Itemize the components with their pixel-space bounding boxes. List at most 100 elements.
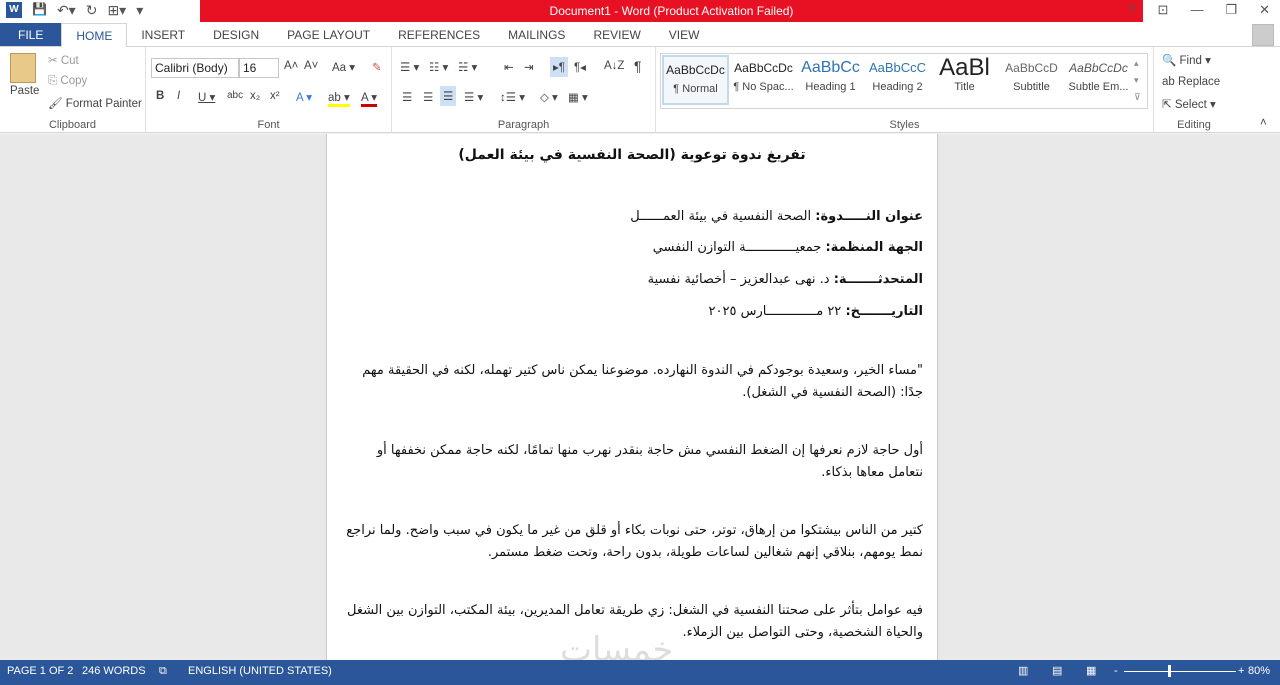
style-heading-1[interactable]: AaBbCc Heading 1 xyxy=(797,55,864,105)
shrink-font-button[interactable]: A˅ xyxy=(304,60,318,72)
replace-button[interactable]: ab Replace xyxy=(1162,76,1220,88)
underline-button[interactable]: U ▾ xyxy=(198,90,215,104)
align-center-button[interactable]: ☰ xyxy=(423,90,433,104)
field-label: عنوان النـــــدوة: xyxy=(815,209,923,224)
line-spacing-button[interactable]: ↕☰ ▾ xyxy=(500,90,525,104)
superscript-button[interactable]: x² xyxy=(270,90,280,102)
font-label: Font xyxy=(257,119,280,131)
paragraph: أول حاجة لازم نعرفها إن الضغط النفسي مش … xyxy=(376,443,923,480)
ltr-button[interactable]: ▸¶ xyxy=(550,57,568,77)
strikethrough-button[interactable]: abc xyxy=(227,90,243,101)
numbering-button[interactable]: ☷ ▾ xyxy=(429,60,448,74)
style-preview: AaBl xyxy=(939,55,990,81)
field-value: الصحة النفسية في بيئة العمــــــل xyxy=(630,209,816,224)
bold-button[interactable]: B xyxy=(156,90,164,102)
font-name-select[interactable]: Calibri (Body) xyxy=(151,58,239,78)
increase-indent-button[interactable]: ⇥ xyxy=(524,60,534,74)
undo-icon[interactable]: ↶▾ xyxy=(57,2,76,19)
text-effects-button[interactable]: A ▾ xyxy=(296,90,312,104)
multilevel-list-button[interactable]: ☵ ▾ xyxy=(458,60,477,74)
select-button[interactable]: ⇱ Select ▾ xyxy=(1162,97,1216,111)
page-count[interactable]: PAGE 1 OF 2 xyxy=(7,660,73,682)
field-label: الجهة المنظمة: xyxy=(825,240,923,255)
borders-button[interactable]: ▦ ▾ xyxy=(568,90,588,104)
format-painter-button[interactable]: 🖌 Format Painter xyxy=(48,96,142,110)
web-layout-icon[interactable]: ▦ xyxy=(1086,660,1096,682)
user-avatar[interactable] xyxy=(1252,24,1274,46)
align-left-button[interactable]: ☰ xyxy=(402,90,412,104)
copy-button[interactable]: ⎘ Copy xyxy=(48,75,87,88)
zoom-out-icon[interactable]: - xyxy=(1114,660,1118,682)
zoom-slider[interactable] xyxy=(1124,671,1236,672)
style-heading-2[interactable]: AaBbCcC Heading 2 xyxy=(864,55,931,105)
tab-design[interactable]: DESIGN xyxy=(199,23,273,46)
style-no-spacing[interactable]: AaBbCcDc ¶ No Spac... xyxy=(730,55,797,105)
tab-view[interactable]: VIEW xyxy=(655,23,714,46)
save-icon[interactable]: 💾 xyxy=(32,2,47,19)
tab-insert[interactable]: INSERT xyxy=(127,23,199,46)
styles-label: Styles xyxy=(889,119,920,131)
read-mode-icon[interactable]: ▥ xyxy=(1018,660,1028,682)
shading-button[interactable]: ◇ ▾ xyxy=(540,90,558,104)
minimize-icon[interactable]: — xyxy=(1190,2,1203,18)
field-label: المتحدثـــــــة: xyxy=(833,272,923,287)
subscript-button[interactable]: x₂ xyxy=(250,90,260,102)
restore-icon[interactable]: ❐ xyxy=(1225,2,1237,18)
print-layout-icon[interactable]: ▤ xyxy=(1052,660,1062,682)
zoom-level[interactable]: 80% xyxy=(1248,660,1270,682)
touch-mode-icon[interactable]: ⊞▾ xyxy=(107,2,126,19)
style-subtle-emphasis[interactable]: AaBbCcDc Subtle Em... xyxy=(1065,55,1132,105)
clear-formatting-icon[interactable]: ✎ xyxy=(372,60,382,74)
decrease-indent-button[interactable]: ⇤ xyxy=(504,60,514,74)
show-marks-button[interactable]: ¶ xyxy=(634,58,642,74)
font-color-button[interactable]: A ▾ xyxy=(361,90,378,107)
proofing-icon[interactable]: ⧉ xyxy=(159,660,167,682)
bullets-button[interactable]: ☰ ▾ xyxy=(400,60,419,74)
style-name: ¶ No Spac... xyxy=(733,81,794,93)
tab-home[interactable]: HOME xyxy=(61,23,128,48)
customize-qat-icon[interactable]: ▾ xyxy=(136,2,143,19)
style-normal[interactable]: AaBbCcDc ¶ Normal xyxy=(662,55,729,105)
collapse-ribbon-icon[interactable]: ˄ xyxy=(1260,117,1267,129)
tab-file[interactable]: FILE xyxy=(0,23,62,46)
paste-icon[interactable] xyxy=(10,53,36,83)
ribbon-display-icon[interactable]: ⊡ xyxy=(1158,2,1169,18)
tab-references[interactable]: REFERENCES xyxy=(384,23,494,46)
rtl-button[interactable]: ¶◂ xyxy=(574,60,586,74)
redo-icon[interactable]: ↻ xyxy=(86,2,98,19)
tab-review[interactable]: REVIEW xyxy=(579,23,654,46)
document-title: تفريغ ندوة توعوية (الصحة النفسية في بيئة… xyxy=(458,147,806,163)
justify-button[interactable]: ☰ ▾ xyxy=(464,90,483,104)
style-name: ¶ Normal xyxy=(673,83,718,95)
word-count[interactable]: 246 WORDS xyxy=(82,660,146,682)
paste-button[interactable]: Paste xyxy=(10,85,39,97)
align-right-button[interactable]: ☰ xyxy=(440,86,457,106)
tab-page-layout[interactable]: PAGE LAYOUT xyxy=(273,23,384,46)
font-size-select[interactable]: 16 xyxy=(239,58,279,78)
style-subtitle[interactable]: AaBbCcD Subtitle xyxy=(998,55,1065,105)
zoom-in-icon[interactable]: + xyxy=(1238,660,1244,682)
paragraph-label: Paragraph xyxy=(497,119,550,131)
language[interactable]: ENGLISH (UNITED STATES) xyxy=(188,660,332,682)
close-icon[interactable]: ✕ xyxy=(1259,2,1270,18)
ribbon: Paste ✂ Cut ⎘ Copy 🖌 Format Painter Clip… xyxy=(0,47,1280,133)
document-page[interactable]: تفريغ ندوة توعوية (الصحة النفسية في بيئة… xyxy=(326,134,938,660)
highlight-button[interactable]: ab ▾ xyxy=(328,90,350,107)
styles-scroll[interactable]: ▴ ▾ ⊽ xyxy=(1134,55,1141,106)
select-label: Select ▾ xyxy=(1174,99,1216,111)
find-button[interactable]: 🔍 Find ▾ xyxy=(1162,53,1211,67)
italic-button[interactable]: I xyxy=(177,90,180,102)
grow-font-button[interactable]: A˄ xyxy=(284,60,298,72)
style-preview: AaBbCcDc xyxy=(734,61,793,75)
style-preview: AaBbCc xyxy=(801,59,860,76)
status-bar: PAGE 1 OF 2 246 WORDS ⧉ ENGLISH (UNITED … xyxy=(0,660,1280,685)
tab-mailings[interactable]: MAILINGS xyxy=(494,23,579,46)
cut-button[interactable]: ✂ Cut xyxy=(48,53,79,67)
sort-button[interactable]: A↓Z xyxy=(604,60,624,72)
field-date: التاريـــــــخ: ٢٢ مـــــــــــــارس ٢٠٢… xyxy=(341,301,923,323)
zoom-slider-thumb[interactable] xyxy=(1167,665,1171,677)
help-icon[interactable]: ? xyxy=(1128,2,1135,18)
change-case-button[interactable]: Aa ▾ xyxy=(332,60,355,74)
style-name: Title xyxy=(954,81,975,93)
style-title[interactable]: AaBl Title xyxy=(931,55,998,105)
